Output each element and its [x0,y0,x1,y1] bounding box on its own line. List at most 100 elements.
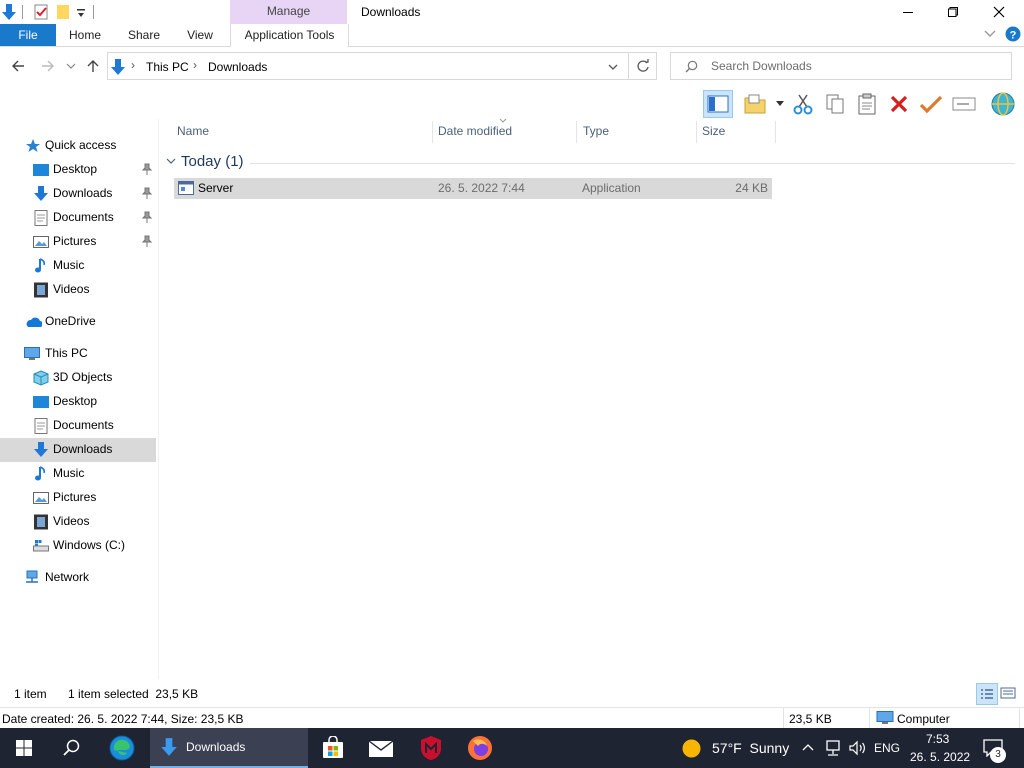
cut-icon[interactable] [792,93,814,115]
pin-icon[interactable] [142,187,152,199]
column-header-name[interactable]: Name [177,123,209,143]
sidebar-item-downloads[interactable]: Downloads [0,182,156,206]
pin-icon[interactable] [142,211,152,223]
close-button[interactable] [976,0,1022,24]
sidebar-item-this-pc[interactable]: This PC [0,342,156,366]
column-separator[interactable] [775,121,776,143]
new-folder-toolbar-icon[interactable] [744,94,766,114]
details-separator [783,708,784,728]
properties-icon[interactable] [33,3,49,21]
tab-view[interactable]: View [180,24,220,46]
downloads-arrow-icon[interactable] [1,3,17,21]
network-status-icon[interactable] [824,739,842,757]
tab-application-tools[interactable]: Application Tools [230,24,349,47]
sidebar-label: Music [53,258,85,272]
table-row[interactable]: Server 26. 5. 2022 7:44 Application 24 K… [174,178,772,199]
maximize-button[interactable] [930,0,976,24]
qat-separator [22,5,23,19]
clock-date[interactable]: 26. 5. 2022 [910,750,970,764]
downloads-icon [33,186,49,202]
sidebar-item-pc-music[interactable]: Music [0,462,156,486]
firefox-icon[interactable] [456,728,504,768]
address-dropdown-icon[interactable] [608,63,618,71]
show-hidden-icons-chevron-icon[interactable] [802,742,814,752]
pane-divider[interactable] [158,119,159,679]
group-header-today[interactable]: Today (1) [181,153,244,170]
edge-browser-icon[interactable] [98,728,146,768]
toolbar-dropdown-icon[interactable] [776,101,784,107]
mcafee-shield-icon[interactable] [407,728,455,768]
column-header-size[interactable]: Size [702,123,725,143]
refresh-button[interactable] [629,52,657,80]
properties-globe-icon[interactable] [990,92,1016,116]
search-input[interactable]: Search Downloads [670,52,1012,80]
sidebar-item-pc-documents[interactable]: Documents [0,414,156,438]
group-collapse-chevron-icon[interactable] [166,157,176,165]
tab-file[interactable]: File [0,24,56,46]
pin-icon[interactable] [142,163,152,175]
sidebar-item-music[interactable]: Music [0,254,156,278]
sidebar-item-pc-videos[interactable]: Videos [0,510,156,534]
sidebar-item-pc-downloads[interactable]: Downloads [0,438,156,462]
expand-ribbon-icon[interactable] [984,29,996,39]
details-view-button[interactable] [976,683,998,705]
sidebar-item-pc-pictures[interactable]: Pictures [0,486,156,510]
clock-time[interactable]: 7:53 [926,732,949,746]
column-separator[interactable] [696,121,697,143]
delete-icon[interactable] [889,94,909,114]
sidebar-item-onedrive[interactable]: OneDrive [0,310,156,334]
weather-text[interactable]: 57°F Sunny [712,740,789,756]
pin-icon[interactable] [142,235,152,247]
minimize-button[interactable] [885,0,931,24]
taskbar-explorer-window[interactable]: Downloads [150,728,308,768]
qat-dropdown-icon[interactable] [76,8,86,18]
sidebar-label: Pictures [53,234,97,248]
help-icon[interactable]: ? [1005,26,1021,42]
sidebar-item-pc-desktop[interactable]: Desktop [0,390,156,414]
breadcrumb-downloads[interactable]: Downloads [208,60,267,74]
large-icons-view-button[interactable] [1000,686,1016,700]
back-button[interactable] [10,58,26,74]
sidebar-label: Documents [53,418,114,432]
sidebar-item-desktop[interactable]: Desktop [0,158,156,182]
downloads-location-icon [110,58,126,76]
sidebar-item-network[interactable]: Network [0,566,156,590]
address-bar[interactable]: › This PC › Downloads [107,52,629,80]
weather-sun-icon[interactable] [682,739,701,758]
copy-icon[interactable] [824,93,846,115]
sidebar-label: Music [53,466,85,480]
input-language[interactable]: ENG [874,741,900,755]
sidebar-item-quick-access[interactable]: Quick access [0,134,156,158]
column-separator[interactable] [576,121,577,143]
documents-icon [33,418,49,434]
sidebar-item-videos[interactable]: Videos [0,278,156,302]
column-separator[interactable] [432,121,433,143]
preview-pane-button[interactable] [703,90,733,118]
sidebar-item-pictures[interactable]: Pictures [0,230,156,254]
start-windows-icon[interactable] [0,728,48,768]
sidebar-item-documents[interactable]: Documents [0,206,156,230]
forward-button[interactable] [40,58,56,74]
up-button[interactable] [85,58,101,74]
checkmark-icon[interactable] [919,94,943,114]
manage-context-tab[interactable]: Manage [230,0,347,24]
search-icon[interactable] [48,728,96,768]
sidebar-item-3d-objects[interactable]: 3D Objects [0,366,156,390]
search-icon [685,60,698,73]
paste-icon[interactable] [856,93,878,115]
sidebar-item-windows-c[interactable]: Windows (C:) [0,534,156,558]
new-folder-icon[interactable] [56,4,70,20]
tab-home[interactable]: Home [62,24,108,46]
column-header-date-modified[interactable]: Date modified [438,123,512,143]
tab-share[interactable]: Share [122,24,166,46]
column-header-type[interactable]: Type [583,123,609,143]
volume-icon[interactable] [848,739,866,757]
mail-icon[interactable] [357,728,405,768]
breadcrumb-this-pc[interactable]: This PC [146,60,189,74]
sidebar-label: OneDrive [45,314,96,328]
navigation-pane: Quick access Desktop Downloads Documents… [0,119,158,679]
svg-text:?: ? [1010,30,1017,42]
microsoft-store-icon[interactable] [309,728,357,768]
rename-icon[interactable] [952,96,976,112]
recent-locations-icon[interactable] [66,62,76,70]
